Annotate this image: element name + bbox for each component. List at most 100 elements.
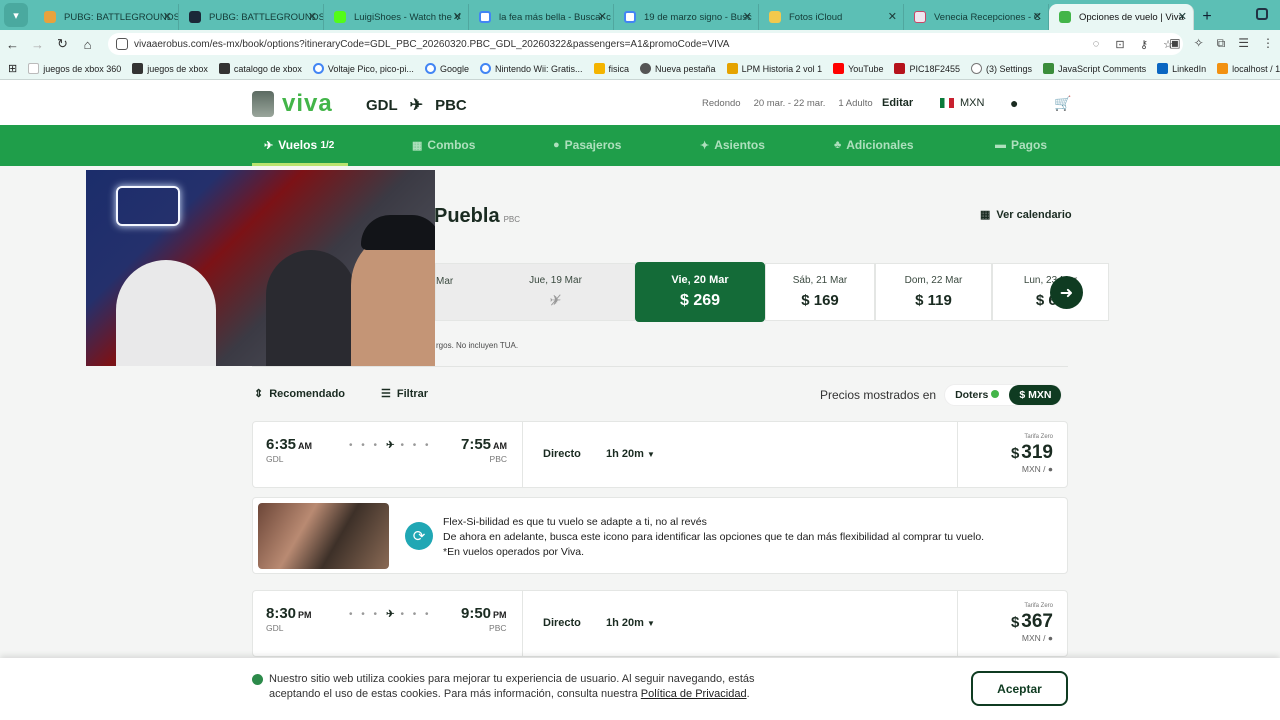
apps-icon[interactable]: ⊞ [8, 62, 17, 75]
flight-duration-toggle[interactable]: 1h 20m ▼ [606, 448, 655, 460]
flight-duration-toggle[interactable]: 1h 20m ▼ [606, 617, 655, 629]
bookmark[interactable]: JavaScript Comments [1043, 63, 1146, 74]
browser-tab[interactable]: Fotos iCloud ✕ [759, 4, 904, 30]
doters-option[interactable]: Doters [945, 385, 1009, 405]
date-option-selected[interactable]: Vie, 20 Mar $ 269 [635, 262, 765, 322]
tab-search-icon[interactable]: ▾ [4, 3, 28, 27]
browser-tab[interactable]: 19 de marzo signo - Busc ✕ [614, 4, 759, 30]
bookmark[interactable]: Nueva pestaña [640, 63, 716, 74]
edit-search-link[interactable]: Editar [882, 97, 913, 109]
bookmark-label: localhost / 127.0.0.1... [1232, 63, 1280, 74]
bookmark[interactable]: localhost / 127.0.0.1... [1217, 63, 1280, 74]
divider [957, 422, 958, 487]
forward-button[interactable]: → [25, 32, 50, 57]
extensions-puzzle-icon[interactable]: ⧉ [1217, 36, 1226, 51]
price-value: 319 [1021, 442, 1053, 463]
close-icon[interactable]: ✕ [163, 10, 172, 23]
sidebar-icon[interactable]: ☰ [1238, 36, 1249, 51]
price-unit: MXN / [1021, 464, 1046, 474]
browser-tab[interactable]: la fea más bella - Buscar c ✕ [469, 4, 614, 30]
arrival-ampm: PM [493, 610, 507, 620]
install-icon[interactable]: ⊡ [1113, 37, 1127, 51]
key-icon[interactable]: ⚷ [1137, 37, 1151, 51]
menu-icon[interactable]: ⋮ [1262, 36, 1274, 51]
flight-card[interactable]: 6:35 AM GDL • • • ✈ • • • 7:55 AM PBC Directo … [252, 421, 1068, 488]
tab-title: Fotos iCloud [789, 11, 843, 23]
mxn-option[interactable]: $ MXN [1009, 385, 1062, 405]
user-icon[interactable]: ● [1010, 95, 1018, 111]
bookmark[interactable]: LinkedIn [1157, 63, 1206, 74]
back-button[interactable]: ← [0, 32, 25, 57]
bookmark[interactable]: Voltaje Pico, pico-pi... [312, 63, 414, 74]
close-icon[interactable]: ✕ [1033, 10, 1042, 23]
browser-tab-active[interactable]: Opciones de vuelo | Viva ✕ [1049, 4, 1194, 30]
privacy-policy-link[interactable]: Política de Privacidad [641, 688, 747, 700]
bookmark[interactable]: (3) Settings [971, 63, 1032, 74]
step-pagos[interactable]: ▬ Pagos [995, 138, 1047, 152]
site-info-icon[interactable] [116, 38, 128, 50]
plane-icon: ✈ [264, 139, 274, 152]
bookmark-label: YouTube [848, 63, 884, 74]
viva-logo[interactable]: viva [252, 90, 333, 118]
bookmark[interactable]: catalogo de xbox [218, 63, 302, 74]
step-asientos[interactable]: ✦ Asientos [700, 138, 765, 152]
sort-icon: ⇕ [254, 388, 264, 400]
arrival-code: PBC [489, 623, 507, 633]
home-button[interactable]: ⌂ [75, 32, 100, 57]
filter-label: Filtrar [396, 388, 429, 400]
arrival-code: PBC [489, 454, 508, 464]
close-icon[interactable]: ✕ [1178, 10, 1187, 23]
next-dates-arrow-icon[interactable]: ➜ [1050, 276, 1083, 309]
bookmark[interactable]: juegos de xbox [132, 63, 208, 74]
cart-icon[interactable]: 🛒 [1054, 95, 1071, 112]
reload-button[interactable]: ↻ [50, 32, 75, 57]
flight-card[interactable]: 8:30 PM GDL • • • ✈ • • • 9:50 PM PBC Directo … [252, 590, 1068, 657]
bookmark-label: Nintendo Wii: Gratis... [494, 63, 583, 74]
accept-cookies-button[interactable]: Aceptar [971, 671, 1068, 706]
step-adicionales[interactable]: ♣ Adicionales [834, 138, 914, 152]
browser-tab[interactable]: LuigiShoes - Watch the V ✕ [324, 4, 469, 30]
browser-tab[interactable]: Venecia Recepciones - C ✕ [904, 4, 1049, 30]
bookmark[interactable]: Google [424, 63, 469, 74]
date-option[interactable]: Dom, 22 Mar $ 119 [875, 263, 992, 321]
close-icon[interactable]: ✕ [888, 10, 897, 23]
bookmark[interactable]: PIC18F2455 [894, 63, 960, 74]
sort-recommended-button[interactable]: ⇕ Recomendado [254, 387, 345, 400]
window-control-icon[interactable] [1256, 8, 1268, 20]
bookmark[interactable]: LPM Historia 2 vol 1 [726, 63, 822, 74]
price-value: 269 [693, 292, 721, 309]
promo-line: *En vuelos operados por Viva. [443, 546, 585, 558]
filter-button[interactable]: ☰ Filtrar [381, 387, 428, 400]
close-icon[interactable]: ✕ [453, 10, 462, 23]
duration-label: 1h 20m [606, 617, 644, 629]
seat-icon: ✦ [700, 139, 710, 152]
close-icon[interactable]: ✕ [598, 10, 607, 23]
step-pasajeros[interactable]: ● Pasajeros [553, 138, 621, 152]
address-bar[interactable]: vivaaerobus.com/es-mx/book/options?itine… [108, 33, 1183, 55]
eye-off-icon[interactable]: ◌ [1089, 37, 1103, 51]
close-icon[interactable]: ✕ [743, 10, 752, 23]
mexico-seal-icon [252, 91, 274, 117]
close-icon[interactable]: ✕ [308, 10, 317, 23]
fare-label: Tarifa Zero [1024, 603, 1053, 609]
flex-promo-card: ⟳ Flex-Si-bilidad es que tu vuelo se ada… [252, 497, 1068, 574]
step-combos[interactable]: ▦ Combos [412, 138, 475, 152]
screenshot-icon[interactable]: ▣ [1169, 36, 1180, 51]
flight-price[interactable]: $319 [1011, 442, 1053, 464]
view-calendar-link[interactable]: ▦ Ver calendario [980, 208, 1072, 222]
person-icon: ● [1047, 464, 1053, 474]
step-vuelos[interactable]: ✈ Vuelos 1/2 [264, 138, 334, 152]
calendar-link-label: Ver calendario [996, 208, 1072, 221]
browser-tab[interactable]: PUBG: BATTLEGROUNDS ✕ [179, 4, 324, 30]
bookmark[interactable]: Nintendo Wii: Gratis... [479, 63, 583, 74]
person-figure [351, 230, 435, 366]
date-option[interactable]: Sáb, 21 Mar $ 169 [765, 263, 875, 321]
browser-tab[interactable]: PUBG: BATTLEGROUNDS ✕ [34, 4, 179, 30]
currency-selector[interactable]: MXN [940, 97, 984, 109]
extension-icon[interactable]: ✧ [1194, 36, 1204, 51]
new-tab-button[interactable]: + [1194, 4, 1220, 30]
bookmark[interactable]: YouTube [833, 63, 883, 74]
bookmark[interactable]: juegos de xbox 360 [28, 63, 121, 74]
bookmark[interactable]: fisica [593, 63, 629, 74]
flight-price[interactable]: $367 [1011, 611, 1053, 633]
